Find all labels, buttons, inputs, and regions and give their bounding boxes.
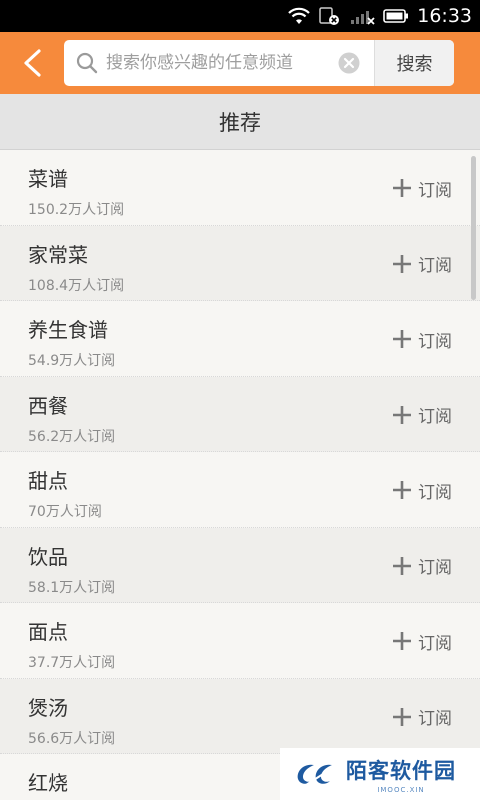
subscribe-label: 订阅 <box>418 256 452 276</box>
plus-icon <box>393 254 411 273</box>
status-icons: 16:33 <box>287 0 472 32</box>
subscriber-count: 37.7万人订阅 <box>28 655 116 671</box>
subscribe-label: 订阅 <box>418 558 452 578</box>
list-item[interactable]: 面点 37.7万人订阅 订阅 <box>0 603 480 679</box>
plus-icon <box>393 707 411 726</box>
watermark: 陌客软件园 IMOOC.XIN <box>280 748 480 800</box>
subscribe-button[interactable]: 订阅 <box>392 401 452 429</box>
plus-icon <box>393 481 411 499</box>
signal-off-icon <box>351 11 375 25</box>
header-bar: 搜索 <box>0 32 480 94</box>
plus-icon <box>393 330 411 348</box>
channel-list[interactable]: 菜谱 150.2万人订阅 订阅 家常菜 108.4万人订阅 订阅 养生食谱 54… <box>0 150 480 800</box>
scrollbar[interactable] <box>471 156 476 300</box>
subscriber-count: 108.4万人订阅 <box>28 277 125 294</box>
subscribe-label: 订阅 <box>418 633 452 654</box>
plus-icon <box>393 556 411 575</box>
sim-disabled-icon <box>319 7 340 25</box>
subscriber-count: 150.2万人订阅 <box>28 202 125 218</box>
list-item[interactable]: 西餐 56.2万人订阅 订阅 <box>0 376 480 452</box>
clear-circle-icon[interactable] <box>338 52 360 74</box>
subscribe-button[interactable]: 订阅 <box>392 552 452 580</box>
search-icon <box>76 52 98 74</box>
channel-name: 面点 <box>28 620 68 644</box>
plus-icon <box>393 632 411 650</box>
watermark-subtitle: IMOOC.XIN <box>377 785 425 794</box>
subscribe-label: 订阅 <box>418 482 452 503</box>
subscriber-count: 70万人订阅 <box>28 504 102 520</box>
search-button[interactable]: 搜索 <box>374 40 454 86</box>
subscribe-button[interactable]: 订阅 <box>392 250 452 278</box>
subscriber-count: 54.9万人订阅 <box>28 353 116 369</box>
subscribe-label: 订阅 <box>418 709 452 729</box>
list-item[interactable]: 菜谱 150.2万人订阅 订阅 <box>0 150 480 226</box>
subscribe-button[interactable]: 订阅 <box>392 703 452 731</box>
subscribe-button[interactable]: 订阅 <box>392 325 452 353</box>
wifi-icon <box>288 7 311 24</box>
status-bar: 16:33 <box>0 0 480 32</box>
subscribe-button[interactable]: 订阅 <box>392 174 452 202</box>
list-item[interactable]: 煲汤 56.6万人订阅 订阅 <box>0 678 480 754</box>
watermark-text: 陌客软件园 IMOOC.XIN <box>346 755 456 794</box>
channel-name: 家常菜 <box>28 242 88 267</box>
subscribe-button[interactable]: 订阅 <box>392 476 452 504</box>
subscribe-label: 订阅 <box>418 180 452 201</box>
channel-name: 煲汤 <box>28 695 68 720</box>
subscriber-count: 58.1万人订阅 <box>28 579 116 596</box>
watermark-logo-icon <box>297 764 335 786</box>
section-title: 推荐 <box>0 94 480 150</box>
list-item[interactable]: 甜点 70万人订阅 订阅 <box>0 452 480 528</box>
clock: 16:33 <box>417 5 472 27</box>
channel-name: 红烧 <box>28 771 68 795</box>
channel-name: 养生食谱 <box>28 318 108 342</box>
watermark-title: 陌客软件园 <box>346 757 456 783</box>
subscribe-label: 订阅 <box>418 331 452 352</box>
battery-icon <box>383 9 409 23</box>
list-item[interactable]: 家常菜 108.4万人订阅 订阅 <box>0 225 480 301</box>
back-button[interactable] <box>14 44 52 82</box>
list-item[interactable]: 养生食谱 54.9万人订阅 订阅 <box>0 301 480 377</box>
plus-icon <box>393 179 411 197</box>
subscriber-count: 56.2万人订阅 <box>28 428 116 445</box>
chevron-left-icon <box>24 49 41 77</box>
subscribe-button[interactable]: 订阅 <box>392 627 452 655</box>
search-input[interactable] <box>106 40 326 86</box>
subscriber-count: 56.6万人订阅 <box>28 730 116 747</box>
channel-name: 西餐 <box>28 393 68 418</box>
search-box: 搜索 <box>64 40 454 86</box>
subscribe-label: 订阅 <box>418 407 452 427</box>
channel-name: 甜点 <box>28 469 68 493</box>
channel-name: 饮品 <box>28 544 68 569</box>
list-item[interactable]: 饮品 58.1万人订阅 订阅 <box>0 527 480 603</box>
plus-icon <box>393 405 411 424</box>
channel-name: 菜谱 <box>28 167 68 191</box>
